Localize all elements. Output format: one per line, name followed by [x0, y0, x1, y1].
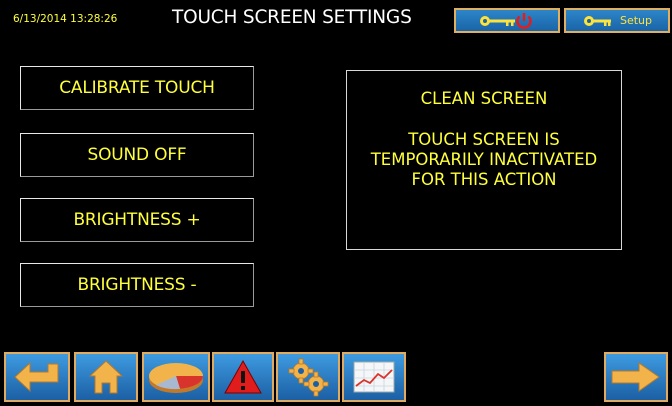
nav-overview-button[interactable] [142, 352, 210, 402]
logout-button[interactable] [454, 8, 560, 33]
arrow-left-icon [14, 361, 59, 393]
header-bar: 6/13/2014 13:28:26 TOUCH SCREEN SETTINGS… [0, 0, 672, 40]
page-title: TOUCH SCREEN SETTINGS [172, 7, 412, 28]
clean-screen-button[interactable]: CLEAN SCREEN TOUCH SCREEN IS TEMPORARILY… [346, 70, 622, 250]
key-icon [583, 15, 611, 26]
timestamp: 6/13/2014 13:28:26 [13, 13, 118, 25]
sound-off-button[interactable]: SOUND OFF [20, 133, 254, 177]
pie-chart-icon [149, 363, 204, 393]
nav-next-button[interactable] [604, 352, 668, 402]
calibrate-touch-button[interactable]: CALIBRATE TOUCH [20, 66, 254, 110]
clean-screen-message: TOUCH SCREEN IS TEMPORARILY INACTIVATED … [370, 130, 598, 189]
nav-trend-button[interactable] [342, 352, 406, 402]
arrow-right-icon [611, 362, 660, 392]
clean-screen-title: CLEAN SCREEN [420, 89, 548, 108]
nav-alarms-button[interactable] [212, 352, 274, 402]
gears-icon [288, 358, 329, 397]
brightness-up-button[interactable]: BRIGHTNESS + [20, 198, 254, 242]
setup-button[interactable]: Setup [564, 8, 670, 33]
trend-chart-icon [353, 361, 395, 393]
setup-label: Setup [619, 14, 653, 27]
warning-icon [224, 359, 262, 394]
nav-back-button[interactable] [4, 352, 70, 402]
home-icon [88, 360, 124, 394]
key-power-icon [480, 12, 532, 29]
brightness-down-button[interactable]: BRIGHTNESS - [20, 263, 254, 307]
nav-home-button[interactable] [74, 352, 138, 402]
nav-settings-button[interactable] [276, 352, 340, 402]
